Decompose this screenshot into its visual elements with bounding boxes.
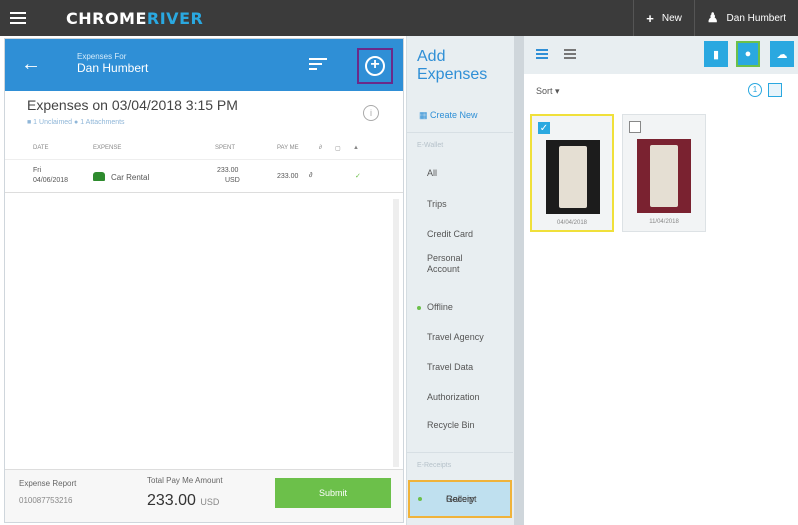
expense-report-panel: ← Expenses For Dan Humbert + Expenses on… (4, 38, 404, 523)
column-pay-me: PAY ME (277, 145, 299, 151)
report-title: Expenses on 03/04/2018 3:15 PM (27, 97, 238, 113)
column-spent: SPENT (215, 145, 236, 151)
nav-item-recycle-bin[interactable]: Recycle Bin (427, 420, 475, 431)
sort-icon[interactable] (309, 54, 329, 74)
submit-button[interactable]: Submit (275, 478, 391, 508)
nav-item-all[interactable]: All (427, 168, 437, 179)
user-menu[interactable]: ♟ Dan Humbert (693, 0, 798, 36)
divider (407, 452, 513, 453)
receipt-thumbnail (546, 140, 600, 214)
receipt-card[interactable]: ✓ 04/04/2018 (530, 114, 614, 232)
app-logo: CHROMERIVER (66, 8, 204, 28)
table-header: DATE EXPENSE SPENT PAY ME ∂ ▢ ▲ (5, 143, 403, 157)
selected-count-badge: 1 (748, 83, 762, 97)
expense-report-label: Expense Report (19, 479, 77, 488)
divider (407, 132, 513, 133)
report-scrollbar[interactable] (393, 199, 399, 467)
offline-status-dot (417, 306, 421, 310)
user-icon: ♟ (706, 10, 719, 25)
new-label: New (661, 12, 682, 24)
delete-icon[interactable]: ▮ (704, 41, 728, 67)
upload-icon[interactable]: ☁ (770, 41, 794, 67)
receipt-checkbox[interactable]: ✓ (538, 122, 550, 134)
attachment-column-icon: ∂ (319, 145, 322, 151)
report-owner-name: Dan Humbert (77, 61, 149, 75)
comment-column-icon: ▢ (335, 146, 341, 152)
nav-item-travel-agency[interactable]: Travel Agency (427, 332, 484, 343)
car-icon (93, 172, 105, 181)
report-footer: Expense Report 010087753216 Total Pay Me… (5, 469, 403, 522)
add-expenses-title: Add Expenses (417, 48, 488, 83)
detail-view-icon[interactable] (564, 49, 576, 59)
row-pay-me: 233.00 (277, 173, 299, 180)
total-label: Total Pay Me Amount (147, 476, 223, 485)
nav-item-credit-card[interactable]: Credit Card (427, 229, 473, 240)
gallery-toolbar: ▮ ● ☁ (524, 36, 798, 74)
receipt-gallery-panel: ▮ ● ☁ Sort ▾ 1 ✓ 04/04/2018 11/04/2018 (524, 36, 798, 525)
gallery-status-dot (418, 497, 422, 501)
receipt-checkbox[interactable] (629, 121, 641, 133)
menu-icon[interactable] (0, 0, 36, 36)
camera-icon[interactable]: ● (736, 41, 760, 67)
expense-report-id: 010087753216 (19, 496, 73, 505)
add-panel-scrollbar[interactable] (514, 36, 524, 525)
user-name: Dan Humbert (726, 12, 786, 24)
warning-column-icon: ▲ (353, 145, 359, 151)
sort-dropdown[interactable]: Sort ▾ (536, 86, 560, 97)
info-icon[interactable]: i (363, 105, 379, 121)
row-expense: Car Rental (111, 173, 150, 182)
nav-item-offline[interactable]: Offline (427, 302, 453, 313)
table-row[interactable]: Fri 04/06/2018 Car Rental 233.00 USD 233… (5, 159, 403, 193)
section-ereceipts: E-Receipts (417, 462, 452, 469)
receipt-thumbnail (637, 139, 691, 213)
add-expenses-panel: Add Expenses ▦ Create New E-Wallet All Tr… (406, 36, 514, 525)
report-meta: ■ 1 Unclaimed ● 1 Attachments (27, 119, 125, 126)
section-ewallet: E-Wallet (417, 142, 444, 149)
top-bar: CHROMERIVER + New ♟ Dan Humbert (0, 0, 798, 36)
nav-item-trips[interactable]: Trips (427, 199, 447, 210)
receipt-date: 04/04/2018 (556, 220, 588, 226)
plus-circle-icon: + (365, 56, 385, 76)
nav-item-personal-account[interactable]: Personal Account (427, 253, 497, 275)
receipt-date: 11/04/2018 (649, 219, 679, 225)
nav-item-receipt-gallery[interactable]: Receipt Gallery (408, 480, 512, 518)
list-view-icon[interactable] (536, 49, 548, 59)
check-icon: ✓ (355, 173, 361, 180)
report-owner-label: Expenses For (77, 52, 127, 61)
plus-icon: + (646, 10, 654, 26)
grid-view-icon[interactable] (768, 83, 782, 97)
row-spent: 233.00 (217, 167, 239, 174)
create-new-button[interactable]: ▦ Create New (419, 110, 478, 121)
attachment-icon: ∂ (309, 172, 313, 179)
row-date: 04/06/2018 (33, 177, 69, 184)
new-button[interactable]: + New (633, 0, 694, 36)
column-date: DATE (33, 145, 49, 151)
row-spent-currency: USD (225, 177, 240, 184)
nav-item-authorization[interactable]: Authorization (427, 392, 480, 403)
total-amount: 233.00 USD (147, 492, 220, 509)
column-expense: EXPENSE (93, 145, 122, 151)
report-header: ← Expenses For Dan Humbert + (5, 39, 403, 91)
document-icon: ▦ (419, 110, 428, 120)
row-date-day: Fri (33, 167, 42, 174)
receipt-card[interactable]: 11/04/2018 (622, 114, 706, 232)
add-expense-button[interactable]: + (357, 48, 393, 84)
back-arrow-icon[interactable]: ← (21, 53, 41, 75)
nav-item-travel-data[interactable]: Travel Data (427, 362, 473, 373)
